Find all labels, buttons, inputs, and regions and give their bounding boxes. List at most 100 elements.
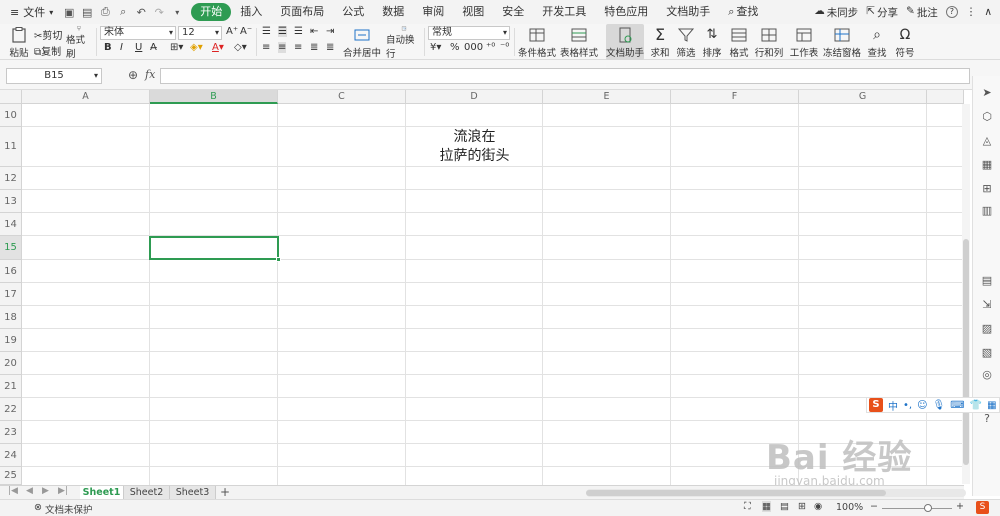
zoom-out-icon[interactable]: − <box>870 501 878 512</box>
sum-button[interactable]: Σ 求和 <box>648 24 672 60</box>
row-header-19[interactable]: 19 <box>0 329 22 352</box>
font-name-select[interactable]: 宋体 ▾ <box>100 26 176 40</box>
tab-insert[interactable]: 插入 <box>231 3 271 21</box>
fx-button[interactable]: fx <box>145 68 155 81</box>
punctuation-icon[interactable]: •, <box>903 400 912 411</box>
table-style-button[interactable]: 表格样式 <box>560 24 598 60</box>
row-header-21[interactable]: 21 <box>0 375 22 398</box>
indent-left-icon[interactable]: ⇤ <box>310 26 318 37</box>
doc-helper-button[interactable]: 文档助手 <box>606 24 644 60</box>
strikethrough-icon[interactable]: A̶ <box>150 42 157 53</box>
formula-input[interactable] <box>160 68 970 84</box>
vertical-scroll-thumb[interactable] <box>963 239 969 465</box>
increase-font-icon[interactable]: A⁺ <box>226 26 238 37</box>
align-left-icon[interactable]: ≡ <box>262 42 270 53</box>
tab-doc-helper[interactable]: 文档助手 <box>657 3 719 21</box>
column-header-b[interactable]: B <box>150 90 278 104</box>
row-header-18[interactable]: 18 <box>0 306 22 329</box>
row-header-10[interactable]: 10 <box>0 104 22 127</box>
row-header-12[interactable]: 12 <box>0 167 22 190</box>
tab-data[interactable]: 数据 <box>373 3 413 21</box>
format-button[interactable]: 格式 <box>726 24 752 60</box>
fill-color-icon[interactable]: ◈▾ <box>190 42 203 53</box>
zoom-slider-thumb[interactable] <box>924 504 932 512</box>
horizontal-scroll-thumb[interactable] <box>586 490 886 496</box>
shape-icon[interactable]: ⬡ <box>979 108 995 124</box>
underline-button[interactable]: U <box>135 42 142 53</box>
cell-d11[interactable]: 流浪在 拉萨的街头 <box>406 128 543 166</box>
page-break-view-icon[interactable]: ▤ <box>780 501 789 512</box>
name-box[interactable]: B15 ▾ <box>6 68 102 84</box>
page-layout-view-icon[interactable]: ▦ <box>762 501 771 512</box>
tab-review[interactable]: 审阅 <box>413 3 453 21</box>
justify-icon[interactable]: ≣ <box>310 42 318 53</box>
zoom-formula-icon[interactable]: ⊕ <box>128 68 138 82</box>
row-header-13[interactable]: 13 <box>0 190 22 213</box>
row-header-25[interactable]: 25 <box>0 467 22 485</box>
zoom-level[interactable]: 100% <box>836 502 863 513</box>
freeze-panes-button[interactable]: 冻结窗格 <box>822 24 862 60</box>
first-sheet-icon[interactable]: |◀ <box>8 486 18 496</box>
border-icon[interactable]: ⊞▾ <box>170 42 183 53</box>
toolbox-icon[interactable]: ▦ <box>987 400 996 411</box>
number-format-select[interactable]: 常规 ▾ <box>428 26 510 40</box>
copy-button[interactable]: ⧉复制 <box>34 43 61 58</box>
merge-center-button[interactable]: 合并居中 <box>342 24 382 60</box>
column-header-e[interactable]: E <box>543 90 671 104</box>
add-sheet-button[interactable]: + <box>220 485 230 499</box>
collapse-ribbon-icon[interactable]: ∧ <box>984 6 992 18</box>
sheet-tab-sheet3[interactable]: Sheet3 <box>170 486 216 500</box>
align-bottom-icon[interactable]: ☰ <box>294 26 303 37</box>
customize-quickbar-icon[interactable]: ▾ <box>169 4 185 20</box>
italic-button[interactable]: I <box>120 42 123 53</box>
active-cell-b15[interactable] <box>149 236 281 262</box>
sogou-status-icon[interactable]: S <box>976 501 989 514</box>
row-header-14[interactable]: 14 <box>0 213 22 236</box>
keyboard-icon[interactable]: ⌨ <box>950 400 964 411</box>
prev-sheet-icon[interactable]: ◀ <box>26 486 33 496</box>
more-icon[interactable]: ⋮ <box>966 6 977 18</box>
wrap-text-button[interactable]: 自动换行 <box>386 24 422 60</box>
tab-home[interactable]: 开始 <box>191 3 232 21</box>
column-header-h[interactable] <box>927 90 964 104</box>
sync-button[interactable]: ☁ 未同步 <box>814 5 858 20</box>
tab-featured[interactable]: 特色应用 <box>595 3 657 21</box>
help-button[interactable]: ? <box>945 6 958 18</box>
horizontal-scrollbar[interactable] <box>586 489 966 497</box>
microphone-icon[interactable]: 🎙 <box>933 400 946 411</box>
last-sheet-icon[interactable]: ▶| <box>58 486 68 496</box>
sheet-tab-sheet1[interactable]: Sheet1 <box>80 486 124 500</box>
select-all-corner[interactable] <box>0 90 22 104</box>
tab-view[interactable]: 视图 <box>453 3 493 21</box>
column-header-f[interactable]: F <box>671 90 799 104</box>
file-menu[interactable]: ≡ 文件 ▾ <box>4 2 59 22</box>
search-button[interactable]: ⌕ 查找 <box>719 3 767 21</box>
sort-button[interactable]: ⇅ 排序 <box>700 24 724 60</box>
sheet-tab-sheet2[interactable]: Sheet2 <box>124 486 170 500</box>
grid-apps-icon[interactable]: ⊞ <box>979 180 995 196</box>
currency-icon[interactable]: ¥▾ <box>430 42 441 53</box>
zoom-slider[interactable] <box>882 504 952 512</box>
row-header-20[interactable]: 20 <box>0 352 22 375</box>
gallery-icon[interactable]: ▨ <box>979 320 995 336</box>
clear-format-icon[interactable]: ◇▾ <box>234 42 247 53</box>
align-middle-icon[interactable]: ☰ <box>278 26 287 37</box>
increase-decimal-icon[interactable]: ⁺⁰ <box>486 42 495 53</box>
column-header-g[interactable]: G <box>799 90 927 104</box>
pointer-icon[interactable]: ➤ <box>979 84 995 100</box>
column-header-a[interactable]: A <box>22 90 150 104</box>
backup-icon[interactable]: ◎ <box>979 366 995 382</box>
emoji-icon[interactable]: ☺ <box>917 400 927 411</box>
tab-security[interactable]: 安全 <box>493 3 533 21</box>
zoom-in-icon[interactable]: + <box>956 501 964 512</box>
ime-mode[interactable]: 中 <box>888 398 898 413</box>
find-button[interactable]: ⌕ 查找 <box>864 24 890 60</box>
conditional-format-button[interactable]: 条件格式 <box>518 24 556 60</box>
align-center-icon[interactable]: ≡ <box>278 42 287 53</box>
export-icon[interactable]: ⇲ <box>979 296 995 312</box>
align-top-icon[interactable]: ☰ <box>262 26 271 37</box>
decrease-decimal-icon[interactable]: ⁻⁰ <box>500 42 509 53</box>
document-icon[interactable]: ▤ <box>979 272 995 288</box>
align-right-icon[interactable]: ≡ <box>294 42 302 53</box>
print-preview-icon[interactable]: ⌕ <box>115 4 131 20</box>
